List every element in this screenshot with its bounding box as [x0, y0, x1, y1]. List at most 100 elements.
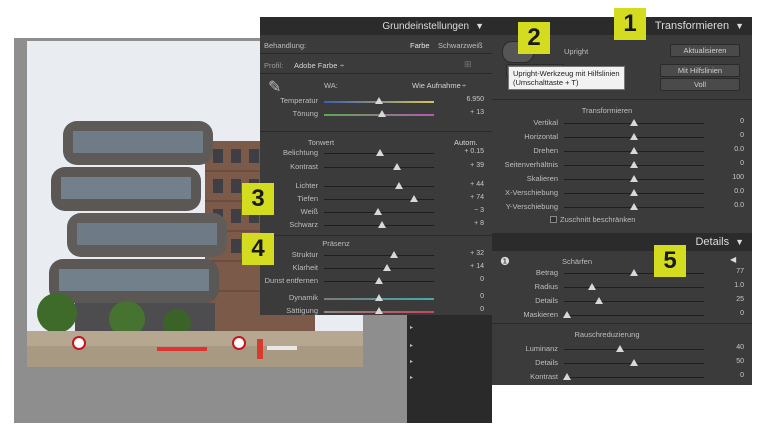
treatment-color-button[interactable]: Farbe: [410, 41, 430, 50]
aktualisieren-button[interactable]: Aktualisieren: [670, 44, 740, 57]
slider-thumb[interactable]: [375, 97, 383, 104]
auto-tone-button[interactable]: Autom.: [454, 138, 478, 147]
strip-arrow-icon: ▸: [410, 375, 414, 381]
tooltip-line-1: Upright-Werkzeug mit Hilfslinien: [513, 69, 620, 78]
slider-track[interactable]: [324, 268, 434, 269]
slider-value[interactable]: 0.0: [734, 146, 744, 153]
slider-track[interactable]: [564, 287, 704, 288]
slider-track[interactable]: [564, 315, 704, 316]
slider-value[interactable]: 6.950: [466, 96, 484, 103]
profil-select[interactable]: Adobe Farbe: [294, 61, 337, 70]
slider-value[interactable]: 0.0: [734, 188, 744, 195]
slider-track[interactable]: [324, 167, 434, 168]
slider-value[interactable]: + 44: [470, 181, 484, 188]
slider-value[interactable]: 40: [736, 344, 744, 351]
slider-thumb[interactable]: [378, 110, 387, 117]
treatment-bw-button[interactable]: Schwarzweiß: [438, 41, 483, 50]
upright-mit-hilfslinien-button[interactable]: Mit Hilfslinien: [660, 64, 740, 77]
slider-thumb[interactable]: [378, 221, 387, 228]
profil-label: Profil:: [264, 61, 284, 70]
slider-value[interactable]: + 74: [470, 194, 484, 201]
slider-thumb[interactable]: [375, 294, 383, 301]
slider-thumb[interactable]: [630, 133, 638, 140]
slider-thumb[interactable]: [630, 119, 638, 126]
slider-thumb[interactable]: [390, 251, 399, 258]
wa-select[interactable]: Wie Aufnahme: [412, 81, 461, 90]
slider-thumb[interactable]: [410, 195, 419, 202]
slider-row: Tiefen + 74: [260, 193, 492, 205]
zuschnitt-checkbox[interactable]: [550, 216, 557, 223]
collapse-triangle-icon[interactable]: ▼: [735, 237, 744, 247]
slider-value[interactable]: + 14: [470, 263, 484, 270]
slider-value[interactable]: 1.0: [734, 282, 744, 289]
slider-track[interactable]: [324, 186, 434, 187]
slider-row: Seitenverhältnis 0: [492, 159, 752, 171]
slider-value[interactable]: + 8: [474, 220, 484, 227]
white-balance-eyedropper-icon[interactable]: ✎: [268, 77, 281, 97]
slider-thumb[interactable]: [375, 277, 383, 284]
slider-thumb[interactable]: [562, 373, 571, 380]
slider-label: Details: [535, 358, 558, 367]
slider-thumb[interactable]: [630, 175, 638, 182]
slider-thumb[interactable]: [630, 359, 638, 366]
slider-value[interactable]: 0: [740, 310, 744, 317]
panel-strip: [407, 315, 492, 423]
profile-browser-grid-icon[interactable]: ⊞: [464, 59, 472, 70]
slider-thumb[interactable]: [392, 163, 401, 170]
praesenz-section-title: Präsenz: [322, 239, 350, 248]
slider-value[interactable]: 0: [480, 293, 484, 300]
slider-thumb[interactable]: [373, 208, 382, 215]
slider-value[interactable]: 0.0: [734, 202, 744, 209]
slider-track[interactable]: [324, 255, 434, 256]
slider-value[interactable]: − 3: [474, 207, 484, 214]
slider-row: Kontrast + 39: [260, 161, 492, 173]
strip-arrow-icon: ▸: [410, 359, 414, 365]
detail-preview-toggle-icon[interactable]: ◀: [730, 255, 736, 264]
slider-label: Weiß: [300, 207, 318, 216]
slider-label: Struktur: [291, 250, 318, 259]
slider-value[interactable]: + 13: [470, 109, 484, 116]
slider-value[interactable]: 0: [740, 372, 744, 379]
slider-value[interactable]: 25: [736, 296, 744, 303]
slider-label: Horizontal: [524, 132, 558, 141]
slider-thumb[interactable]: [630, 189, 638, 196]
slider-thumb[interactable]: [630, 161, 638, 168]
slider-thumb[interactable]: [588, 283, 596, 290]
slider-value[interactable]: 0: [480, 276, 484, 283]
slider-value[interactable]: 0: [740, 132, 744, 139]
panel-grundeinstellungen: Grundeinstellungen ▼ Behandlung: Farbe S…: [260, 17, 492, 315]
slider-value[interactable]: 0: [740, 160, 744, 167]
slider-track[interactable]: [564, 377, 704, 378]
strip-arrow-icon: ▸: [410, 343, 414, 349]
slider-value[interactable]: 50: [736, 358, 744, 365]
slider-thumb[interactable]: [376, 149, 385, 156]
slider-thumb[interactable]: [562, 311, 571, 318]
panel-title-details: Details: [695, 236, 730, 248]
slider-value[interactable]: + 0.15: [464, 148, 484, 155]
panel-header-grundeinstellungen[interactable]: Grundeinstellungen ▼: [260, 17, 492, 35]
slider-label: Kontrast: [290, 162, 318, 171]
upright-voll-button[interactable]: Voll: [660, 78, 740, 91]
slider-row: Skalieren 100: [492, 173, 752, 185]
slider-thumb[interactable]: [375, 307, 383, 314]
panel-header-details[interactable]: Details ▼: [492, 233, 752, 251]
collapse-triangle-icon[interactable]: ▼: [735, 21, 744, 31]
slider-thumb[interactable]: [630, 203, 638, 210]
slider-thumb[interactable]: [630, 147, 638, 154]
slider-track[interactable]: [564, 301, 704, 302]
slider-thumb[interactable]: [595, 297, 603, 304]
slider-value[interactable]: 100: [732, 174, 744, 181]
slider-thumb[interactable]: [382, 264, 391, 271]
slider-thumb[interactable]: [630, 269, 638, 276]
slider-thumb[interactable]: [394, 182, 403, 189]
slider-track[interactable]: [564, 349, 704, 350]
slider-value[interactable]: 77: [736, 268, 744, 275]
collapse-triangle-icon[interactable]: ▼: [475, 21, 484, 31]
slider-row: Kontrast 0: [492, 371, 752, 383]
slider-value[interactable]: + 32: [470, 250, 484, 257]
upright-label: Upright: [564, 47, 589, 56]
slider-value[interactable]: 0: [480, 306, 484, 313]
slider-thumb[interactable]: [616, 345, 624, 352]
slider-value[interactable]: + 39: [470, 162, 484, 169]
slider-value[interactable]: 0: [740, 118, 744, 125]
